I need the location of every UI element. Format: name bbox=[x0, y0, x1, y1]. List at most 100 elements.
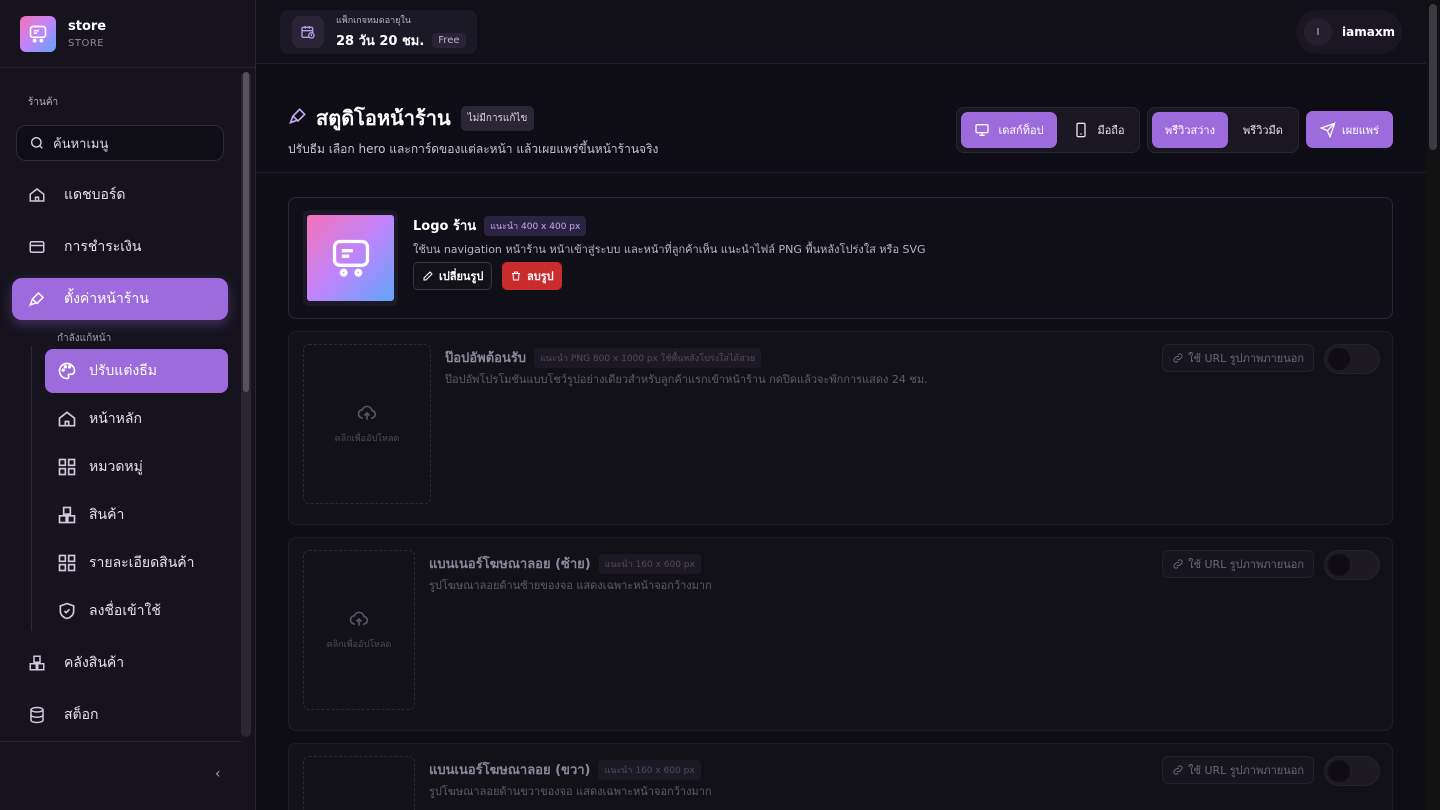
delete-logo-button[interactable]: ลบรูป bbox=[502, 262, 562, 290]
change-logo-label: เปลี่ยนรูป bbox=[439, 270, 484, 283]
avatar: I bbox=[1304, 18, 1332, 46]
recommend-badge: แนะนำ 160 x 600 px bbox=[598, 553, 701, 574]
recommend-badge: แนะนำ PNG 800 x 1000 px ใช้พื้นหลังโปร่ง… bbox=[534, 347, 762, 368]
smartphone-icon bbox=[1073, 122, 1089, 138]
sidebar-item-label: การชำระเงิน bbox=[64, 239, 142, 255]
banner-left-description: รูปโฆษณาลอยด้านซ้ายของจอ แสดงเฉพาะหน้าจอ… bbox=[429, 579, 712, 592]
user-menu[interactable]: I iamaxm bbox=[1296, 10, 1402, 54]
sidebar-item-label: สต็อก bbox=[64, 707, 99, 723]
publish-button[interactable]: เผยแพร่ bbox=[1306, 111, 1393, 148]
package-status[interactable]: แพ็กเกจหมดอายุใน 28 วัน 20 ชม. Free bbox=[280, 10, 477, 54]
home-icon bbox=[28, 186, 46, 204]
preview-dark-label: พรีวิวมืด bbox=[1243, 124, 1283, 137]
sub-item-categories[interactable]: หมวดหมู่ bbox=[45, 445, 228, 489]
sidebar-item-storefront-settings[interactable]: ตั้งค่าหน้าร้าน bbox=[12, 278, 228, 320]
shield-icon bbox=[57, 601, 77, 621]
link-icon bbox=[1172, 352, 1184, 364]
sub-item-theme[interactable]: ปรับแต่งธีม bbox=[45, 349, 228, 393]
sub-item-label: รายละเอียดสินค้า bbox=[89, 555, 195, 571]
package-label: แพ็กเกจหมดอายุใน bbox=[336, 16, 411, 26]
banner-left-title: แบนเนอร์โฆษณาลอย (ซ้าย) bbox=[429, 557, 591, 572]
upload-cloud-icon bbox=[349, 609, 369, 629]
external-url-button[interactable]: ใช้ URL รูปภาพภายนอก bbox=[1162, 756, 1314, 784]
sub-item-products[interactable]: สินค้า bbox=[45, 493, 228, 537]
sub-divider bbox=[31, 346, 32, 631]
credit-card-icon bbox=[28, 238, 46, 256]
sidebar-item-payment[interactable]: การชำระเงิน bbox=[12, 226, 228, 268]
popup-upload-area[interactable]: คลิกเพื่ออัปโหลด bbox=[303, 344, 431, 504]
logo-preview bbox=[303, 210, 398, 306]
sub-item-product-detail[interactable]: รายละเอียดสินค้า bbox=[45, 541, 228, 585]
external-url-label: ใช้ URL รูปภาพภายนอก bbox=[1188, 764, 1304, 777]
menu-search[interactable]: ค้นหาเมนู bbox=[16, 125, 224, 161]
banner-right-description: รูปโฆษณาลอยด้านขวาของจอ แสดงเฉพาะหน้าจอก… bbox=[429, 785, 712, 798]
popup-enable-toggle[interactable] bbox=[1324, 344, 1380, 374]
sub-item-sign-in[interactable]: ลงชื่อเข้าใช้ bbox=[45, 589, 228, 633]
home-icon bbox=[57, 409, 77, 429]
banner-right-card: แบนเนอร์โฆษณาลอย (ขวา) แนะนำ 160 x 600 p… bbox=[288, 743, 1393, 810]
logo-card-title: Logo ร้าน bbox=[413, 219, 477, 234]
topbar: แพ็กเกจหมดอายุใน 28 วัน 20 ชม. Free I ia… bbox=[256, 0, 1426, 64]
collapse-sidebar-button[interactable]: ‹ bbox=[215, 766, 221, 782]
window-scroll-thumb[interactable] bbox=[1429, 4, 1437, 150]
store-subtitle: STORE bbox=[68, 37, 105, 49]
monitor-icon bbox=[974, 122, 990, 138]
external-url-button[interactable]: ใช้ URL รูปภาพภายนอก bbox=[1162, 344, 1314, 372]
device-mobile-label: มือถือ bbox=[1097, 124, 1125, 137]
sidebar-scroll-thumb[interactable] bbox=[243, 72, 249, 392]
search-icon bbox=[29, 135, 45, 151]
change-logo-button[interactable]: เปลี่ยนรูป bbox=[413, 262, 493, 290]
sidebar-item-stock[interactable]: สต็อก bbox=[12, 694, 228, 736]
database-icon bbox=[28, 706, 46, 724]
store-header[interactable]: store STORE bbox=[0, 0, 255, 68]
brush-icon bbox=[28, 290, 46, 308]
banner-left-card: คลิกเพื่ออัปโหลด แบนเนอร์โฆษณาลอย (ซ้าย)… bbox=[288, 537, 1393, 731]
device-desktop-label: เดสก์ท็อป bbox=[998, 124, 1044, 137]
palette-icon bbox=[57, 361, 77, 381]
banner-right-upload-area[interactable] bbox=[303, 756, 415, 810]
sub-item-label: ลงชื่อเข้าใช้ bbox=[89, 603, 161, 619]
device-mobile-button[interactable]: มือถือ bbox=[1061, 112, 1137, 148]
external-url-label: ใช้ URL รูปภาพภายนอก bbox=[1188, 558, 1304, 571]
edit-icon bbox=[422, 270, 434, 282]
upload-cloud-icon bbox=[357, 403, 377, 423]
sidebar-item-dashboard[interactable]: แดชบอร์ด bbox=[12, 174, 228, 216]
preview-light-label: พรีวิวสว่าง bbox=[1165, 124, 1215, 137]
sub-item-label: สินค้า bbox=[89, 507, 125, 523]
recommend-badge: แนะนำ 400 x 400 px bbox=[484, 215, 587, 236]
link-icon bbox=[1172, 764, 1184, 776]
status-badge: ไม่มีการแก้ไข bbox=[460, 105, 535, 131]
logo-card: Logo ร้าน แนะนำ 400 x 400 px ใช้บน navig… bbox=[288, 197, 1393, 319]
welcome-popup-card: คลิกเพื่ออัปโหลด ป๊อปอัพต้อนรับ แนะนำ PN… bbox=[288, 331, 1393, 525]
banner-left-enable-toggle[interactable] bbox=[1324, 550, 1380, 580]
shopping-cart-chat-icon bbox=[332, 239, 369, 277]
page-description: ปรับธีม เลือก hero และการ์ดของแต่ละหน้า … bbox=[288, 142, 659, 156]
banner-right-enable-toggle[interactable] bbox=[1324, 756, 1380, 786]
sub-caption: กำลังแก้หน้า bbox=[57, 333, 112, 344]
upload-label: คลิกเพื่ออัปโหลด bbox=[326, 640, 392, 650]
device-desktop-button[interactable]: เดสก์ท็อป bbox=[961, 112, 1057, 148]
banner-left-upload-area[interactable]: คลิกเพื่ออัปโหลด bbox=[303, 550, 415, 710]
boxes-icon bbox=[28, 654, 46, 672]
preview-toggle: พรีวิวสว่าง พรีวิวมืด bbox=[1147, 107, 1299, 153]
sidebar-scrollbar[interactable] bbox=[241, 72, 251, 737]
sub-item-label: หมวดหมู่ bbox=[89, 459, 143, 475]
external-url-button[interactable]: ใช้ URL รูปภาพภายนอก bbox=[1162, 550, 1314, 578]
page-title: สตูดิโอหน้าร้าน bbox=[316, 106, 451, 130]
popup-card-description: ป๊อปอัพโปรโมชันแบบโชว์รูปอย่างเดียวสำหรั… bbox=[445, 373, 928, 386]
boxes-icon bbox=[57, 505, 77, 525]
sidebar-item-label: แดชบอร์ด bbox=[64, 187, 126, 203]
sidebar-item-warehouse[interactable]: คลังสินค้า bbox=[12, 642, 228, 684]
calendar-clock-icon bbox=[292, 16, 324, 48]
store-logo bbox=[20, 15, 56, 52]
page-header: สตูดิโอหน้าร้าน ไม่มีการแก้ไข ปรับธีม เล… bbox=[256, 64, 1426, 173]
sidebar-footer-divider bbox=[0, 741, 241, 742]
sub-item-home[interactable]: หน้าหลัก bbox=[45, 397, 228, 441]
preview-dark-button[interactable]: พรีวิวมืด bbox=[1230, 112, 1296, 148]
window-scrollbar[interactable] bbox=[1426, 0, 1440, 810]
sub-item-label: ปรับแต่งธีม bbox=[89, 363, 158, 379]
sidebar-item-label: คลังสินค้า bbox=[64, 655, 125, 671]
upload-label: คลิกเพื่ออัปโหลด bbox=[334, 434, 400, 444]
link-icon bbox=[1172, 558, 1184, 570]
preview-light-button[interactable]: พรีวิวสว่าง bbox=[1152, 112, 1228, 148]
